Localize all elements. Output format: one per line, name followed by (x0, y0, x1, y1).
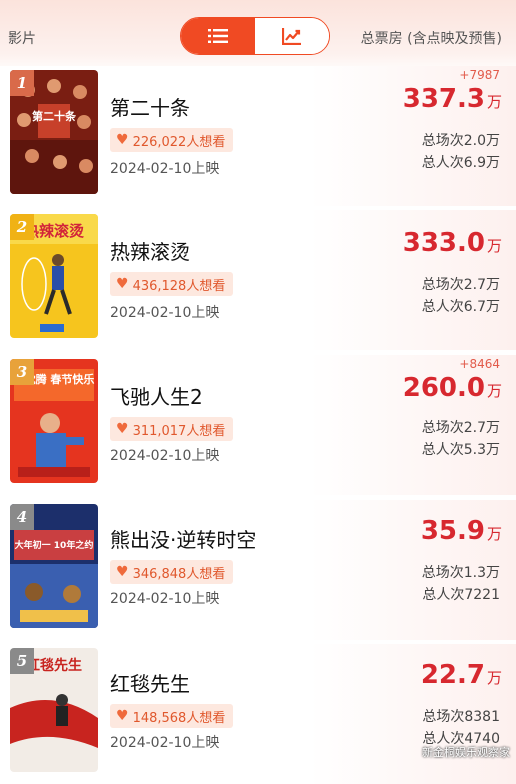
want-count: 226,022人想看 (132, 134, 226, 150)
release-date: 2024-02-10上映 (110, 448, 220, 464)
want-to-see-badge: ♥ 226,022人想看 (110, 128, 234, 152)
want-count: 346,848人想看 (132, 566, 226, 582)
chart-view-button[interactable] (255, 18, 329, 54)
total-sessions: 总场次1.3万 (421, 565, 500, 581)
movie-row[interactable]: 热辣滚烫 2 热辣滚烫 ♥ 436,128人想看 2024-02-10上映 33… (0, 210, 516, 350)
trend-chart-icon (282, 28, 301, 45)
box-value: 260.0 (402, 373, 485, 403)
poster-title: 第二十条 (32, 109, 77, 123)
movie-row[interactable]: 第二十条 1 第二十条 ♥ 226,022人想看 2024-02-10上映 +7… (0, 66, 516, 206)
total-sessions: 总场次2.0万 (421, 133, 500, 149)
box-unit: 万 (486, 382, 502, 400)
box-value: 333.0 (402, 228, 485, 258)
rank-badge: 5 (10, 648, 34, 674)
movie-title[interactable]: 热辣滚烫 (110, 236, 190, 265)
total-admissions: 总人次7221 (422, 587, 500, 603)
list-icon (208, 29, 228, 43)
release-date: 2024-02-10上映 (110, 735, 220, 751)
want-count: 148,568人想看 (132, 710, 226, 726)
want-count: 311,017人想看 (132, 423, 226, 439)
rank-badge: 2 (10, 214, 34, 240)
movie-row[interactable]: 大年初一 10年之约 4 熊出没·逆转时空 ♥ 346,848人想看 2024-… (0, 500, 516, 640)
box-value: 35.9 (420, 516, 485, 546)
want-count: 436,128人想看 (132, 278, 226, 294)
want-to-see-badge: ♥ 436,128人想看 (110, 272, 234, 296)
box-value: 22.7 (420, 660, 485, 690)
total-sessions: 总场次2.7万 (421, 420, 500, 436)
heart-icon: ♥ (116, 132, 129, 148)
view-toggle[interactable] (180, 17, 330, 55)
box-unit: 万 (486, 669, 502, 687)
box-value: 337.3 (402, 84, 485, 114)
want-to-see-badge: ♥ 148,568人想看 (110, 704, 234, 728)
rank-badge: 3 (10, 359, 34, 385)
box-unit: 万 (486, 237, 502, 255)
box-office-total: 22.7 万 (421, 660, 502, 690)
total-sessions: 总场次2.7万 (421, 277, 500, 293)
want-to-see-badge: ♥ 311,017人想看 (110, 417, 234, 441)
box-office-total: 333.0 万 (403, 228, 502, 258)
box-unit: 万 (486, 93, 502, 111)
poster[interactable]: 热辣滚烫 2 (10, 214, 98, 338)
watermark: 新金桐娱乐观察家 (422, 746, 510, 759)
heart-icon: ♥ (116, 276, 129, 292)
movie-row[interactable]: 红毯先生 5 红毯先生 ♥ 148,568人想看 2024-02-10上映 22… (0, 644, 516, 784)
poster[interactable]: 大年初一 10年之约 4 (10, 504, 98, 628)
box-increment: +7987 (459, 68, 500, 82)
heart-icon: ♥ (116, 564, 129, 580)
poster[interactable]: 看沈腾 春节快乐 3 (10, 359, 98, 483)
total-sessions: 总场次8381 (422, 709, 500, 725)
release-date: 2024-02-10上映 (110, 305, 220, 321)
movie-title[interactable]: 红毯先生 (110, 668, 190, 697)
box-increment: +8464 (459, 357, 500, 371)
release-date: 2024-02-10上映 (110, 161, 220, 177)
heart-icon: ♥ (116, 421, 129, 437)
total-admissions: 总人次5.3万 (421, 442, 500, 458)
movie-row[interactable]: 看沈腾 春节快乐 3 飞驰人生2 ♥ 311,017人想看 2024-02-10… (0, 355, 516, 495)
movie-title[interactable]: 熊出没·逆转时空 (110, 524, 256, 553)
rank-badge: 4 (10, 504, 34, 530)
release-date: 2024-02-10上映 (110, 591, 220, 607)
rank-badge: 1 (10, 70, 34, 96)
list-view-button[interactable] (181, 18, 255, 54)
poster[interactable]: 红毯先生 5 (10, 648, 98, 772)
poster-title: 红毯先生 (26, 657, 82, 674)
box-office-total: 337.3 万 (403, 84, 502, 114)
movie-title[interactable]: 飞驰人生2 (110, 381, 203, 410)
poster[interactable]: 第二十条 1 (10, 70, 98, 194)
header: 影片 总票房 (含点映及预售) (0, 0, 516, 76)
box-office-total: 35.9 万 (421, 516, 502, 546)
poster-title: 大年初一 10年之约 (15, 539, 94, 551)
box-unit: 万 (486, 525, 502, 543)
total-admissions: 总人次6.7万 (421, 299, 500, 315)
column-label-film: 影片 (8, 31, 36, 47)
movie-title[interactable]: 第二十条 (110, 92, 190, 121)
heart-icon: ♥ (116, 708, 129, 724)
column-label-box-office: 总票房 (含点映及预售) (360, 31, 502, 47)
total-admissions: 总人次6.9万 (421, 155, 500, 171)
want-to-see-badge: ♥ 346,848人想看 (110, 560, 234, 584)
box-office-total: 260.0 万 (403, 373, 502, 403)
